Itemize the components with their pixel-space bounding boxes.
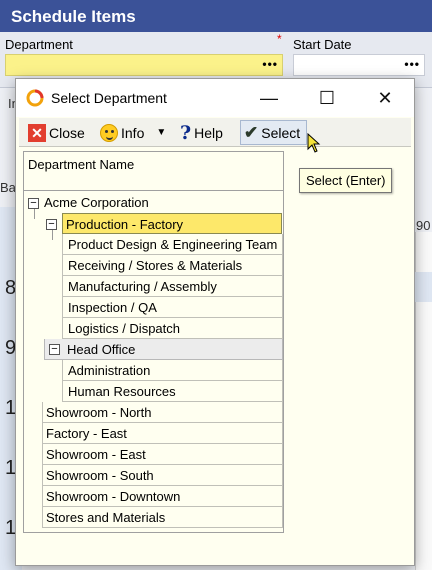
department-name-column-header[interactable]: Department Name <box>24 152 283 191</box>
tree-row[interactable]: Product Design & Engineering Team <box>62 234 283 255</box>
smiley-info-icon <box>100 123 118 142</box>
close-icon: ✕ <box>28 123 46 142</box>
tree-row[interactable]: Administration <box>62 360 283 381</box>
minimize-button[interactable]: — <box>246 83 292 113</box>
dialog-title: Select Department <box>51 90 167 106</box>
department-lookup-button[interactable]: ••• <box>262 57 278 71</box>
tree-row[interactable]: Factory - East <box>42 423 283 444</box>
start-date-field[interactable]: ••• <box>293 54 425 76</box>
bg-fragment-90: 90 <box>416 218 431 233</box>
tree-row[interactable]: Receiving / Stores & Materials <box>62 255 283 276</box>
required-marker: * <box>277 32 282 46</box>
tree-row[interactable]: Human Resources <box>62 381 283 402</box>
checkmark-icon: ✔ <box>244 122 259 142</box>
mouse-cursor-icon <box>307 133 321 153</box>
tree-row-group[interactable]: Head Office <box>44 339 283 360</box>
bg-right-strip <box>415 272 432 302</box>
select-button[interactable]: ✔ Select <box>240 120 308 145</box>
bg-fragment-ba: Ba <box>0 180 16 195</box>
schedule-items-header: Schedule Items <box>0 0 432 32</box>
tree-row[interactable]: Showroom - East <box>42 444 283 465</box>
info-button[interactable]: Info ▼ <box>97 120 169 145</box>
start-date-label: Start Date <box>293 37 352 52</box>
help-label: Help <box>194 124 223 141</box>
info-label: Info <box>121 124 145 141</box>
dialog-toolbar: ✕ Close Info ▼ ? Help ✔ Select <box>19 118 411 147</box>
tree-row[interactable]: Acme Corporation <box>24 192 283 213</box>
department-tree-grid[interactable]: Department Name − Acme Corporation − Pro… <box>23 151 284 533</box>
start-date-picker-button[interactable]: ••• <box>404 57 420 71</box>
tree-row-selected[interactable]: Production - Factory <box>62 213 282 234</box>
dialog-titlebar[interactable]: Select Department — ☐ ✕ <box>16 79 414 117</box>
collapse-expander-icon[interactable]: − <box>46 219 57 230</box>
tree-row[interactable]: Logistics / Dispatch <box>62 318 283 339</box>
select-label: Select <box>261 124 301 141</box>
tree-row[interactable]: Stores and Materials <box>42 507 283 528</box>
tree-row[interactable]: Manufacturing / Assembly <box>62 276 283 297</box>
chevron-down-icon[interactable]: ▼ <box>156 127 166 138</box>
tree-connector <box>52 230 53 240</box>
app-logo-icon <box>26 89 44 107</box>
help-button[interactable]: ? Help <box>177 120 226 145</box>
page-title: Schedule Items <box>11 7 136 26</box>
tree-row[interactable]: Showroom - North <box>42 402 283 423</box>
close-label: Close <box>49 124 85 141</box>
select-tooltip: Select (Enter) <box>299 168 392 193</box>
collapse-expander-icon[interactable]: − <box>49 344 60 355</box>
department-field[interactable]: ••• <box>5 54 283 76</box>
tree-row[interactable]: Showroom - Downtown <box>42 486 283 507</box>
question-mark-icon: ? <box>180 121 192 144</box>
tree-row[interactable]: Showroom - South <box>42 465 283 486</box>
department-label: Department <box>5 37 73 52</box>
select-department-dialog: Select Department — ☐ ✕ ✕ Close Info ▼ ?… <box>15 78 415 566</box>
tree-row[interactable]: Inspection / QA <box>62 297 283 318</box>
close-button[interactable]: ✕ Close <box>25 120 88 145</box>
close-window-button[interactable]: ✕ <box>362 83 408 113</box>
maximize-button[interactable]: ☐ <box>304 83 350 113</box>
